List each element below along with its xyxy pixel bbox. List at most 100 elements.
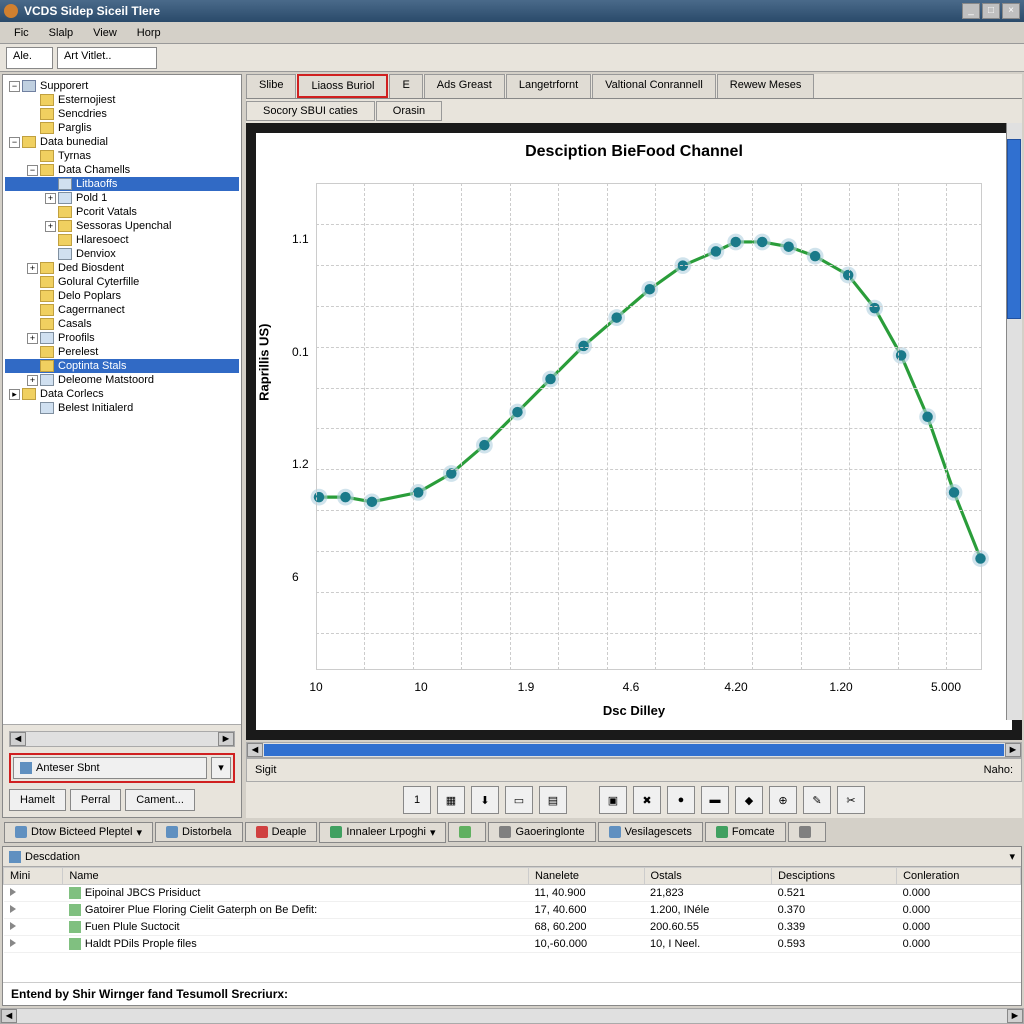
toolbar-icon[interactable]: ✖ <box>633 786 661 814</box>
bottom-tab[interactable]: Distorbela <box>155 822 243 842</box>
tree-item[interactable]: Pcorit Vatals <box>5 205 239 219</box>
table-row[interactable]: Gatoirer Plue Floring Cielit Gaterph on … <box>4 902 1021 919</box>
table-row[interactable]: Haldt PDils Prople files10,-60.00010, I … <box>4 936 1021 953</box>
toolbar-icon[interactable]: ⬇ <box>471 786 499 814</box>
tree-item[interactable]: Sencdries <box>5 107 239 121</box>
tree-item[interactable]: +Proofils <box>5 331 239 345</box>
bottom-tab[interactable]: Fomcate <box>705 822 786 842</box>
toolbar-icon[interactable]: ▭ <box>505 786 533 814</box>
tree-item[interactable]: Parglis <box>5 121 239 135</box>
menu-fic[interactable]: Fic <box>4 25 39 41</box>
tree-item[interactable]: Belest Initialerd <box>5 401 239 415</box>
xtick: 10 <box>414 680 427 694</box>
btn-hamelt[interactable]: Hamelt <box>9 789 66 811</box>
col-header[interactable]: Mini <box>4 868 63 885</box>
tree-item[interactable]: −Data bunedial <box>5 135 239 149</box>
xtick: 5.000 <box>931 680 961 694</box>
toolbar-icon[interactable]: ✂ <box>837 786 865 814</box>
bottom-tab[interactable]: Deaple <box>245 822 318 842</box>
btn-cament...[interactable]: Cament... <box>125 789 195 811</box>
table-row[interactable]: Eipoinal JBCS Prisiduct11, 40.90021,8230… <box>4 885 1021 902</box>
tab-4[interactable]: Langetrfornt <box>506 74 591 98</box>
footer-text: Entend by Shir Wirnger fand Tesumoll Sre… <box>3 982 1021 1005</box>
toolbar-icon[interactable]: ● <box>667 786 695 814</box>
toolbar-icon[interactable]: ◆ <box>735 786 763 814</box>
ytick: 6 <box>292 570 299 584</box>
subtab[interactable]: Orasin <box>376 101 442 121</box>
col-header[interactable]: Nanelete <box>528 868 644 885</box>
tree-item[interactable]: Litbaoffs <box>5 177 239 191</box>
tree-item[interactable]: Denviox <box>5 247 239 261</box>
tab-5[interactable]: Valtional Conrannell <box>592 74 716 98</box>
chart-title: Desciption BieFood Channel <box>256 133 1012 171</box>
toolbar-icon[interactable]: 1 <box>403 786 431 814</box>
table-row[interactable]: Fuen Plule Suctocit68, 60.200200.60.550.… <box>4 919 1021 936</box>
xtick: 1.20 <box>829 680 852 694</box>
menu-slalp[interactable]: Slalp <box>39 25 83 41</box>
app-icon <box>4 4 18 18</box>
anteser-dropdown[interactable]: ▾ <box>211 757 231 779</box>
bottom-tab[interactable]: Dtow Bicteed Pleptel▾ <box>4 822 153 843</box>
xtick: 4.20 <box>724 680 747 694</box>
toolbar-icon[interactable]: ⊕ <box>769 786 797 814</box>
tree-item[interactable]: Casals <box>5 317 239 331</box>
bottom-tab[interactable]: Gaoeringlonte <box>488 822 595 842</box>
xtick: 4.6 <box>623 680 640 694</box>
col-header[interactable]: Ostals <box>644 868 772 885</box>
toolbar-icon[interactable]: ▣ <box>599 786 627 814</box>
tree-item[interactable]: ▸Data Corlecs <box>5 387 239 401</box>
project-tree[interactable]: −SupporertEsternojiestSencdriesParglis−D… <box>3 75 241 419</box>
tab-6[interactable]: Rewew Meses <box>717 74 815 98</box>
desc-dropdown-icon[interactable]: ▾ <box>1009 850 1015 863</box>
tree-item[interactable]: Esternojiest <box>5 93 239 107</box>
tree-hscroll[interactable]: ◄► <box>9 731 235 747</box>
tree-item[interactable]: Coptinta Stals <box>5 359 239 373</box>
menu-horp[interactable]: Horp <box>127 25 171 41</box>
close-button[interactable]: × <box>1002 3 1020 19</box>
toolbar-icon[interactable]: ▤ <box>539 786 567 814</box>
maximize-button[interactable]: □ <box>982 3 1000 19</box>
chart-ylabel: Raprillis US) <box>257 323 272 400</box>
tree-item[interactable]: Delo Poplars <box>5 289 239 303</box>
tab-1[interactable]: Liaoss Buriol <box>297 74 388 98</box>
bottom-tab[interactable]: Vesilagescets <box>598 822 703 842</box>
tree-item[interactable]: Perelest <box>5 345 239 359</box>
chart-hscroll[interactable]: ◄► <box>246 742 1022 758</box>
toolbar-icon[interactable]: ✎ <box>803 786 831 814</box>
tree-item[interactable]: +Ded Biosdent <box>5 261 239 275</box>
status-left: Sigit <box>255 764 276 776</box>
tree-item[interactable]: Cagerrnanect <box>5 303 239 317</box>
tree-item[interactable]: Tyrnas <box>5 149 239 163</box>
subtab[interactable]: Socory SBUI caties <box>246 101 375 121</box>
toolbar-icon[interactable]: ▬ <box>701 786 729 814</box>
chart-vscroll[interactable] <box>1006 123 1022 720</box>
col-header[interactable]: Name <box>63 868 529 885</box>
tree-item[interactable]: Hlaresoect <box>5 233 239 247</box>
minimize-button[interactable]: _ <box>962 3 980 19</box>
menu-view[interactable]: View <box>83 25 127 41</box>
btn-perral[interactable]: Perral <box>70 789 121 811</box>
toolbar-combo-1[interactable]: Ale. <box>6 47 53 69</box>
toolbar-combo-2[interactable]: Art Vitlet.. <box>57 47 157 69</box>
bottom-tab[interactable] <box>788 822 826 842</box>
col-header[interactable]: Desciptions <box>772 868 897 885</box>
tree-item[interactable]: −Supporert <box>5 79 239 93</box>
toolbar-icon[interactable]: ▦ <box>437 786 465 814</box>
window-title: VCDS Sidep Siceil Tlere <box>24 4 962 18</box>
tree-item[interactable]: Golural Cyterfille <box>5 275 239 289</box>
app-hscroll[interactable]: ◄► <box>0 1008 1024 1024</box>
bottom-tab[interactable] <box>448 822 486 842</box>
bottom-tab[interactable]: Innaleer Lrpoghi▾ <box>319 822 446 843</box>
anteser-button[interactable]: Anteser Sbnt <box>13 757 207 779</box>
chart-area: Desciption BieFood Channel Raprillis US)… <box>256 133 1012 730</box>
status-right: Naho: <box>984 764 1013 776</box>
tab-0[interactable]: Slibe <box>246 74 296 98</box>
data-table[interactable]: MiniNameNaneleteOstalsDesciptionsConlera… <box>3 867 1021 953</box>
tree-item[interactable]: −Data Chamells <box>5 163 239 177</box>
tree-item[interactable]: +Pold 1 <box>5 191 239 205</box>
tree-item[interactable]: +Sessoras Upenchal <box>5 219 239 233</box>
tab-2[interactable]: E <box>389 74 422 98</box>
tree-item[interactable]: +Deleome Matstoord <box>5 373 239 387</box>
col-header[interactable]: Conleration <box>897 868 1021 885</box>
tab-3[interactable]: Ads Greast <box>424 74 505 98</box>
